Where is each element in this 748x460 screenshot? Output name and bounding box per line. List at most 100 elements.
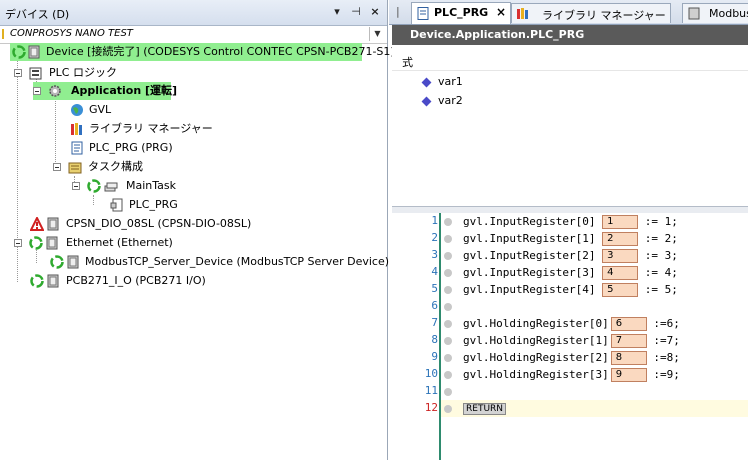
- breakpoint-marker[interactable]: [444, 269, 452, 277]
- collapse-toggle-icon[interactable]: [14, 239, 22, 247]
- breakpoint-marker[interactable]: [444, 218, 452, 226]
- breakpoint-marker[interactable]: [444, 371, 452, 379]
- line-number: 1: [431, 214, 438, 227]
- line-number: 8: [431, 333, 438, 346]
- tree-item-plc-prg[interactable]: PLC_PRG (PRG): [70, 139, 190, 157]
- collapse-toggle-icon[interactable]: [33, 87, 41, 95]
- live-value-box[interactable]: 8: [610, 351, 647, 365]
- divider: [392, 70, 748, 71]
- chevron-down-icon[interactable]: ▼: [369, 27, 385, 41]
- code-target: gvl.HoldingRegister[2]: [463, 351, 609, 364]
- breakpoint-marker[interactable]: [444, 252, 452, 260]
- tree-item-pcb271-io[interactable]: PCB271_I_O (PCB271 I/O): [30, 272, 210, 290]
- tree-item-library-manager[interactable]: ライブラリ マネージャー: [70, 120, 213, 138]
- code-line[interactable]: gvl.InputRegister[0] 1 := 1;: [463, 213, 678, 230]
- tree-item-label: PLC ロジック: [49, 66, 117, 79]
- code-target: gvl.InputRegister[4]: [463, 283, 596, 296]
- code-assignment: := 4;: [638, 266, 678, 279]
- code-assignment: := 3;: [638, 249, 678, 262]
- ethernet-device-icon: [45, 236, 59, 250]
- tab-label: PLC_PRG: [434, 6, 489, 19]
- tree-item-label: タスク構成: [88, 160, 143, 173]
- globe-icon: [70, 103, 84, 117]
- code-line[interactable]: gvl.HoldingRegister[0] 6 :=6;: [463, 315, 680, 332]
- program-call-icon: [110, 198, 124, 212]
- tree-item-maintask[interactable]: MainTask: [72, 177, 182, 195]
- code-line[interactable]: gvl.HoldingRegister[3] 9 :=9;: [463, 366, 680, 383]
- breakpoint-marker[interactable]: [444, 320, 452, 328]
- code-target: gvl.InputRegister[3]: [463, 266, 596, 279]
- live-value-box[interactable]: 9: [610, 368, 647, 382]
- collapse-toggle-icon[interactable]: [14, 69, 22, 77]
- live-value-box[interactable]: 2: [602, 232, 639, 246]
- line-number: 5: [431, 282, 438, 295]
- tree-item-modbus-server[interactable]: ModbusTCP_Server_Device (ModbusTCP Serve…: [50, 253, 389, 271]
- project-selector-value: CONPROSYS NANO TEST: [10, 28, 133, 39]
- task-configuration-icon: [68, 160, 82, 174]
- code-assignment: :=6;: [646, 317, 680, 330]
- code-assignment: :=7;: [646, 334, 680, 347]
- device-running-icon: [12, 45, 26, 59]
- devices-panel-header: デバイス (D) ▾ ⊣ ×: [0, 0, 387, 26]
- pin-icon[interactable]: ⊣: [349, 5, 363, 19]
- line-number: 10: [424, 367, 438, 380]
- tab-plc-prg[interactable]: PLC_PRG ×: [411, 2, 511, 24]
- breakpoint-marker[interactable]: [444, 388, 452, 396]
- modbus-device-icon: [66, 255, 80, 269]
- close-panel-button[interactable]: ×: [368, 5, 382, 19]
- collapse-toggle-icon[interactable]: [72, 182, 80, 190]
- code-line[interactable]: gvl.InputRegister[4] 5 := 5;: [463, 281, 678, 298]
- return-flow-marker: RETURN: [463, 403, 507, 415]
- tree-item-application[interactable]: Application [運転]: [33, 82, 177, 100]
- line-number: 3: [431, 248, 438, 261]
- io-module-icon: [46, 217, 60, 231]
- code-target: gvl.HoldingRegister[3]: [463, 368, 609, 381]
- live-value-box[interactable]: 7: [610, 334, 647, 348]
- tree-item-task-configuration[interactable]: タスク構成: [53, 158, 163, 176]
- code-line[interactable]: gvl.InputRegister[3] 4 := 4;: [463, 264, 678, 281]
- tab-library-manager[interactable]: ライブラリ マネージャー: [511, 3, 671, 23]
- project-selector[interactable]: CONPROSYS NANO TEST ▼: [0, 26, 387, 44]
- tree-item-gvl[interactable]: GVL: [70, 101, 130, 119]
- declaration-header-label: 式: [402, 56, 413, 69]
- tab-modbus[interactable]: Modbus: [682, 3, 748, 23]
- line-number: 9: [431, 350, 438, 363]
- gutter-separator: [439, 213, 441, 460]
- line-number: 12: [424, 401, 438, 414]
- panel-dropdown-button[interactable]: ▾: [330, 5, 344, 19]
- tree-item-plc-prg-call[interactable]: PLC_PRG: [110, 196, 190, 214]
- code-line[interactable]: gvl.InputRegister[1] 2 := 2;: [463, 230, 678, 247]
- tree-item-ethernet[interactable]: Ethernet (Ethernet): [14, 234, 194, 252]
- code-line[interactable]: gvl.HoldingRegister[1] 7 :=7;: [463, 332, 680, 349]
- collapse-toggle-icon[interactable]: [53, 163, 61, 171]
- line-number: 11: [424, 384, 438, 397]
- breakpoint-marker[interactable]: [444, 354, 452, 362]
- code-line[interactable]: gvl.InputRegister[2] 3 := 3;: [463, 247, 678, 264]
- tree-item-plc-logic[interactable]: PLC ロジック: [14, 64, 214, 82]
- tree-item-device[interactable]: Device [接続完了] (CODESYS Control CONTEC CP…: [10, 43, 395, 61]
- plc-logic-icon: [29, 66, 43, 80]
- line-number: 6: [431, 299, 438, 312]
- code-assignment: :=8;: [646, 351, 680, 364]
- code-target: gvl.HoldingRegister[1]: [463, 334, 609, 347]
- breakpoint-marker[interactable]: [444, 405, 452, 413]
- live-value-box[interactable]: 3: [602, 249, 639, 263]
- tree-item-label: ライブラリ マネージャー: [89, 122, 213, 135]
- tab-strip-handle: |: [396, 5, 400, 18]
- tree-item-label: Ethernet (Ethernet): [66, 236, 173, 249]
- library-books-icon: [70, 122, 84, 136]
- tree-item-label: GVL: [89, 103, 112, 116]
- live-value-box[interactable]: 4: [602, 266, 639, 280]
- breakpoint-marker[interactable]: [444, 337, 452, 345]
- code-line[interactable]: gvl.HoldingRegister[2] 8 :=8;: [463, 349, 680, 366]
- close-tab-button[interactable]: ×: [496, 5, 506, 19]
- tree-item-cpsn-dio[interactable]: CPSN_DIO_08SL (CPSN-DIO-08SL): [29, 215, 251, 233]
- breakpoint-marker[interactable]: [444, 303, 452, 311]
- live-value-box[interactable]: 6: [610, 317, 647, 331]
- program-document-icon: [70, 141, 84, 155]
- tree-item-label: PCB271_I_O (PCB271 I/O): [66, 274, 206, 287]
- breakpoint-marker[interactable]: [444, 235, 452, 243]
- breakpoint-marker[interactable]: [444, 286, 452, 294]
- live-value-box[interactable]: 5: [602, 283, 639, 297]
- live-value-box[interactable]: 1: [602, 215, 639, 229]
